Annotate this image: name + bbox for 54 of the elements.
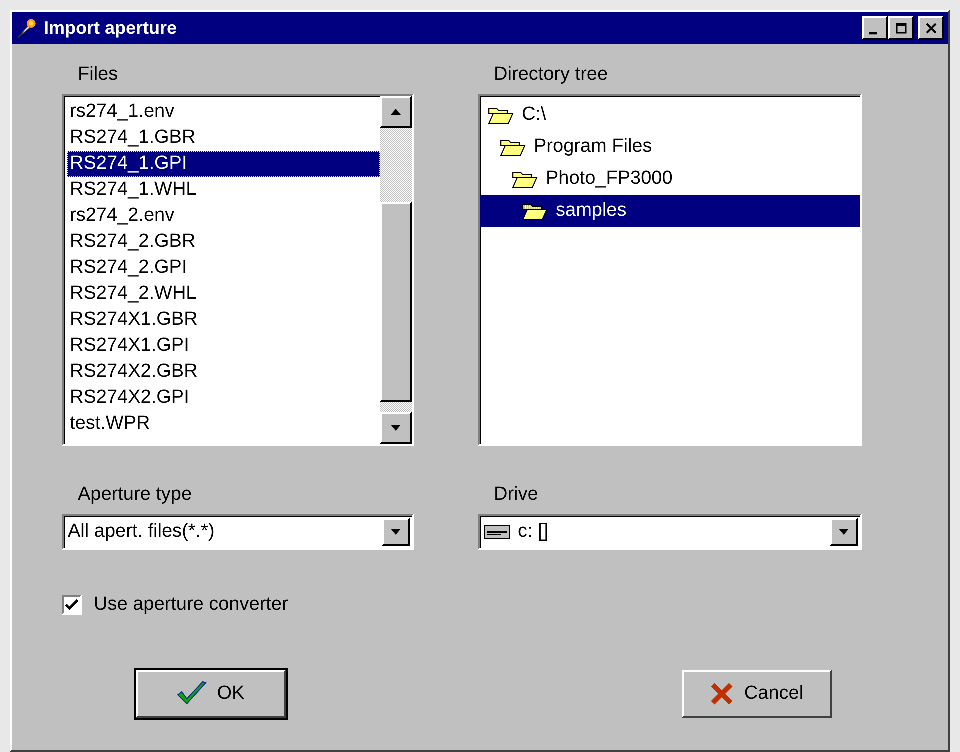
- down-arrow-icon: [839, 529, 849, 535]
- aperture-type-dropdown[interactable]: All apert. files(*.*): [62, 514, 414, 550]
- cross-icon: [710, 682, 734, 706]
- file-item[interactable]: RS274X2.GBR: [67, 359, 380, 385]
- down-arrow-icon: [391, 529, 401, 535]
- window-title: Import aperture: [44, 18, 178, 38]
- scrollbar[interactable]: [380, 96, 412, 444]
- scroll-thumb[interactable]: [380, 202, 412, 402]
- file-item[interactable]: rs274_1.env: [67, 99, 380, 125]
- up-arrow-icon: [391, 109, 401, 115]
- files-label: Files: [77, 64, 120, 86]
- folder-item[interactable]: Photo_FP3000: [482, 163, 860, 195]
- maximize-icon: [894, 20, 908, 36]
- folder-item[interactable]: Program Files: [482, 131, 860, 163]
- drive-dropdown[interactable]: c: []: [478, 514, 862, 550]
- file-item[interactable]: RS274X1.GBR: [67, 307, 380, 333]
- maximize-button[interactable]: [888, 16, 914, 40]
- directory-tree[interactable]: C:\ Program Files Photo_FP3000 samples: [478, 94, 862, 446]
- folder-icon: [488, 105, 514, 125]
- checkbox-label: Use aperture converter: [94, 594, 288, 616]
- directory-tree-label: Directory tree: [493, 64, 610, 86]
- file-item[interactable]: RS274_2.GBR: [67, 229, 380, 255]
- drive-label: Drive: [493, 484, 540, 506]
- file-item[interactable]: RS274X1.GPI: [67, 333, 380, 359]
- folder-icon: [500, 137, 526, 157]
- file-item[interactable]: RS274_2.GPI: [67, 255, 380, 281]
- down-arrow-icon: [391, 425, 401, 431]
- aperture-type-label: Aperture type: [77, 484, 194, 506]
- file-item[interactable]: test.WPR: [67, 411, 380, 437]
- cancel-button[interactable]: Cancel: [682, 670, 832, 718]
- checkbox[interactable]: [62, 595, 82, 615]
- checkmark-icon: [177, 681, 208, 707]
- file-item[interactable]: RS274X2.GPI: [67, 385, 380, 411]
- file-item[interactable]: RS274_1.GBR: [67, 125, 380, 151]
- file-item[interactable]: RS274_2.WHL: [67, 281, 380, 307]
- scroll-up-button[interactable]: [380, 96, 412, 128]
- file-item[interactable]: RS274_1.GPI: [67, 151, 380, 177]
- ok-button[interactable]: OK: [136, 670, 286, 718]
- drive-icon: [484, 525, 510, 539]
- dropdown-button[interactable]: [830, 518, 858, 546]
- folder-item[interactable]: C:\: [482, 99, 860, 131]
- minimize-button[interactable]: [862, 16, 888, 40]
- dropdown-button[interactable]: [382, 518, 410, 546]
- torch-icon: [16, 17, 38, 39]
- minimize-icon: [869, 32, 877, 34]
- file-item[interactable]: RS274_1.WHL: [67, 177, 380, 203]
- file-list[interactable]: rs274_1.env RS274_1.GBR RS274_1.GPI RS274_1.WHL rs274_2.env RS274_2.GBR RS274_2.GPI RS274_2.WHL RS274X1.GBR RS274X1.GPI RS274X2.GBR RS274X2.GPI test.WPR: [62, 94, 414, 446]
- scroll-down-button[interactable]: [380, 412, 412, 444]
- folder-icon: [512, 169, 538, 189]
- close-icon: [924, 20, 938, 36]
- folder-icon: [522, 201, 548, 221]
- file-item[interactable]: rs274_2.env: [67, 203, 380, 229]
- folder-item[interactable]: samples: [480, 195, 860, 227]
- close-button[interactable]: [918, 16, 944, 40]
